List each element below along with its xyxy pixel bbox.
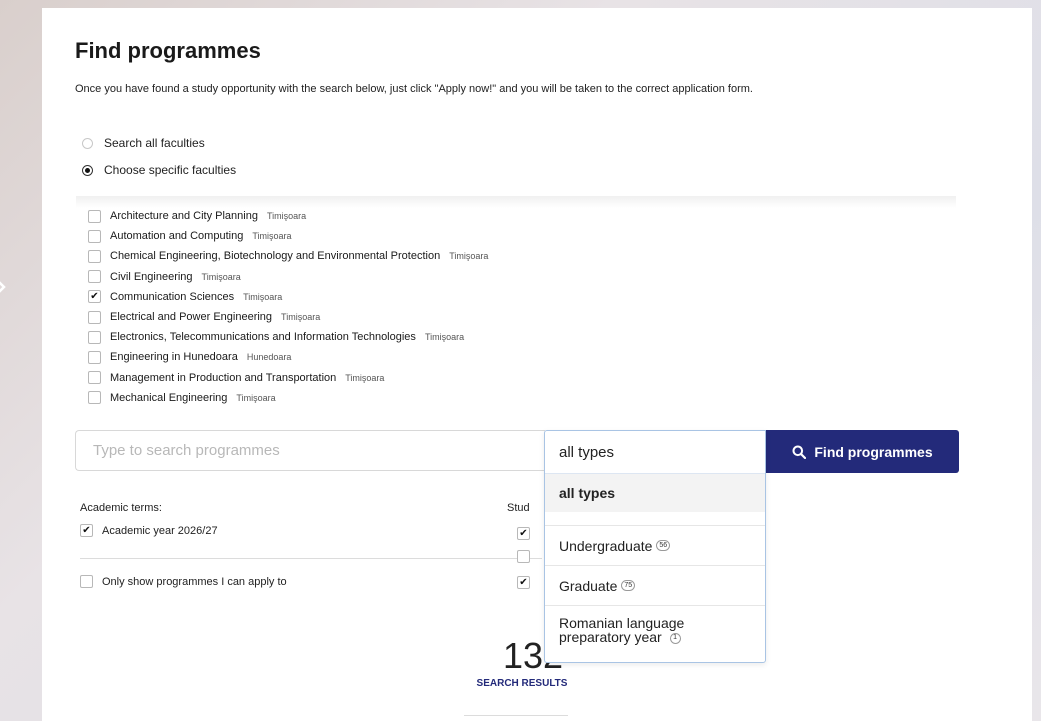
faculty-city: Timişoara: [281, 312, 321, 323]
filter-divider: [80, 558, 542, 559]
faculty-name: Communication Sciences: [110, 290, 235, 303]
checkmark-icon: ✔: [90, 290, 99, 302]
option-count-badge: 75: [621, 580, 636, 591]
faculty-item[interactable]: Chemical Engineering, Biotechnology and …: [88, 246, 888, 266]
find-programmes-panel: Find programmes Once you have found a st…: [42, 8, 1032, 721]
radio-search-all-faculties[interactable]: Search all faculties: [82, 136, 205, 150]
faculty-city: Timişoara: [345, 372, 385, 383]
type-select-current[interactable]: all types: [545, 431, 765, 474]
option-label-line2: preparatory year: [559, 629, 662, 645]
faculty-item[interactable]: Automation and Computing Timişoara: [88, 226, 888, 246]
option-count-badge: 1: [669, 632, 681, 644]
radio-label: Search all faculties: [104, 136, 205, 150]
faculty-city: Timişoara: [266, 211, 307, 222]
type-option-all[interactable]: all types: [545, 474, 765, 512]
faculty-item[interactable]: Electrical and Power Engineering Timişoa…: [88, 307, 888, 327]
faculty-city: Timişoara: [424, 332, 465, 343]
faculty-checkbox[interactable]: [88, 391, 101, 405]
only-apply-checkbox[interactable]: [80, 575, 93, 588]
faculty-name: Management in Production and Transportat…: [110, 371, 337, 384]
faculty-item[interactable]: Management in Production and Transportat…: [88, 368, 888, 388]
academic-year-label: Academic year 2026/27: [102, 524, 218, 537]
academic-year-filter[interactable]: ✔ Academic year 2026/27: [80, 524, 218, 537]
study-type-checkbox[interactable]: ✔: [517, 576, 530, 589]
faculty-name: Engineering in Hunedoara: [110, 351, 238, 364]
faculty-name: Electrical and Power Engineering: [110, 311, 273, 324]
search-input[interactable]: [76, 431, 545, 470]
only-apply-label: Only show programmes I can apply to: [102, 575, 287, 588]
faculty-checkbox[interactable]: [88, 229, 101, 243]
faculty-list: Architecture and City Planning Timişoara…: [88, 206, 888, 408]
radio-button[interactable]: [82, 164, 93, 176]
only-apply-filter[interactable]: Only show programmes I can apply to: [80, 575, 287, 588]
results-label: SEARCH RESULTS: [476, 678, 568, 689]
page-title: Find programmes: [75, 38, 261, 63]
faculty-name: Chemical Engineering, Biotechnology and …: [110, 250, 441, 263]
type-option-graduate[interactable]: Graduate 75: [545, 566, 765, 606]
faculty-city: Timişoara: [201, 271, 241, 282]
study-type-label: Stud: [507, 502, 530, 514]
type-option-romanian-preparatory[interactable]: Romanian language preparatory year 1: [545, 606, 765, 661]
faculty-checkbox[interactable]: [88, 310, 101, 324]
faculty-city: Timişoara: [236, 392, 276, 403]
faculty-name: Automation and Computing: [110, 230, 244, 243]
type-option-undergraduate[interactable]: Undergraduate 56: [545, 526, 765, 566]
faculty-city: Timişoara: [243, 291, 283, 302]
faculty-item[interactable]: Electronics, Telecommunications and Info…: [88, 327, 888, 347]
faculty-item[interactable]: Mechanical Engineering Timişoara: [88, 388, 888, 408]
faculty-checkbox[interactable]: [88, 249, 101, 263]
faculty-item[interactable]: Civil Engineering Timişoara: [88, 267, 888, 287]
study-type-checkbox[interactable]: ✔: [517, 527, 530, 540]
option-label: Graduate: [559, 577, 618, 594]
academic-terms-label: Academic terms:: [80, 502, 162, 514]
faculty-checkbox[interactable]: ✔: [88, 290, 101, 304]
search-icon: [792, 445, 807, 459]
faculty-city: Timişoara: [252, 231, 292, 242]
type-select-dropdown[interactable]: all types all types Undergraduate 56 Gra…: [544, 430, 766, 663]
faculty-item[interactable]: Engineering in Hunedoara Hunedoara: [88, 347, 888, 367]
chevron-right-icon[interactable]: [0, 280, 7, 299]
checkmark-icon: ✔: [82, 524, 91, 536]
dropdown-divider: [545, 512, 765, 526]
search-box[interactable]: [75, 430, 545, 471]
faculty-city: Hunedoara: [246, 352, 292, 363]
study-type-checkbox[interactable]: [517, 550, 530, 563]
faculty-city: Timişoara: [449, 251, 489, 262]
radio-choose-specific-faculties[interactable]: Choose specific faculties: [82, 163, 236, 177]
faculty-checkbox[interactable]: [88, 371, 101, 385]
option-count-badge: 56: [656, 540, 671, 551]
checkmark-icon: ✔: [519, 576, 528, 588]
results-divider: [464, 715, 568, 716]
checkmark-icon: ✔: [519, 527, 528, 539]
faculty-name: Mechanical Engineering: [110, 391, 228, 404]
intro-text: Once you have found a study opportunity …: [75, 83, 753, 95]
faculty-name: Architecture and City Planning: [110, 210, 258, 223]
faculty-name: Electronics, Telecommunications and Info…: [110, 331, 416, 344]
academic-year-checkbox[interactable]: ✔: [80, 524, 93, 537]
faculty-name: Civil Engineering: [110, 270, 193, 283]
faculty-checkbox[interactable]: [88, 209, 101, 223]
radio-button[interactable]: [82, 137, 93, 149]
find-programmes-button[interactable]: Find programmes: [766, 430, 959, 473]
option-label: Undergraduate: [559, 537, 653, 554]
faculty-checkbox[interactable]: [88, 330, 101, 344]
faculty-checkbox[interactable]: [88, 270, 101, 284]
faculty-item[interactable]: Architecture and City Planning Timişoara: [88, 206, 888, 226]
find-programmes-button-label: Find programmes: [814, 443, 933, 460]
faculty-checkbox[interactable]: [88, 350, 101, 364]
faculty-item[interactable]: ✔ Communication Sciences Timişoara: [88, 287, 888, 307]
radio-label: Choose specific faculties: [104, 163, 237, 177]
